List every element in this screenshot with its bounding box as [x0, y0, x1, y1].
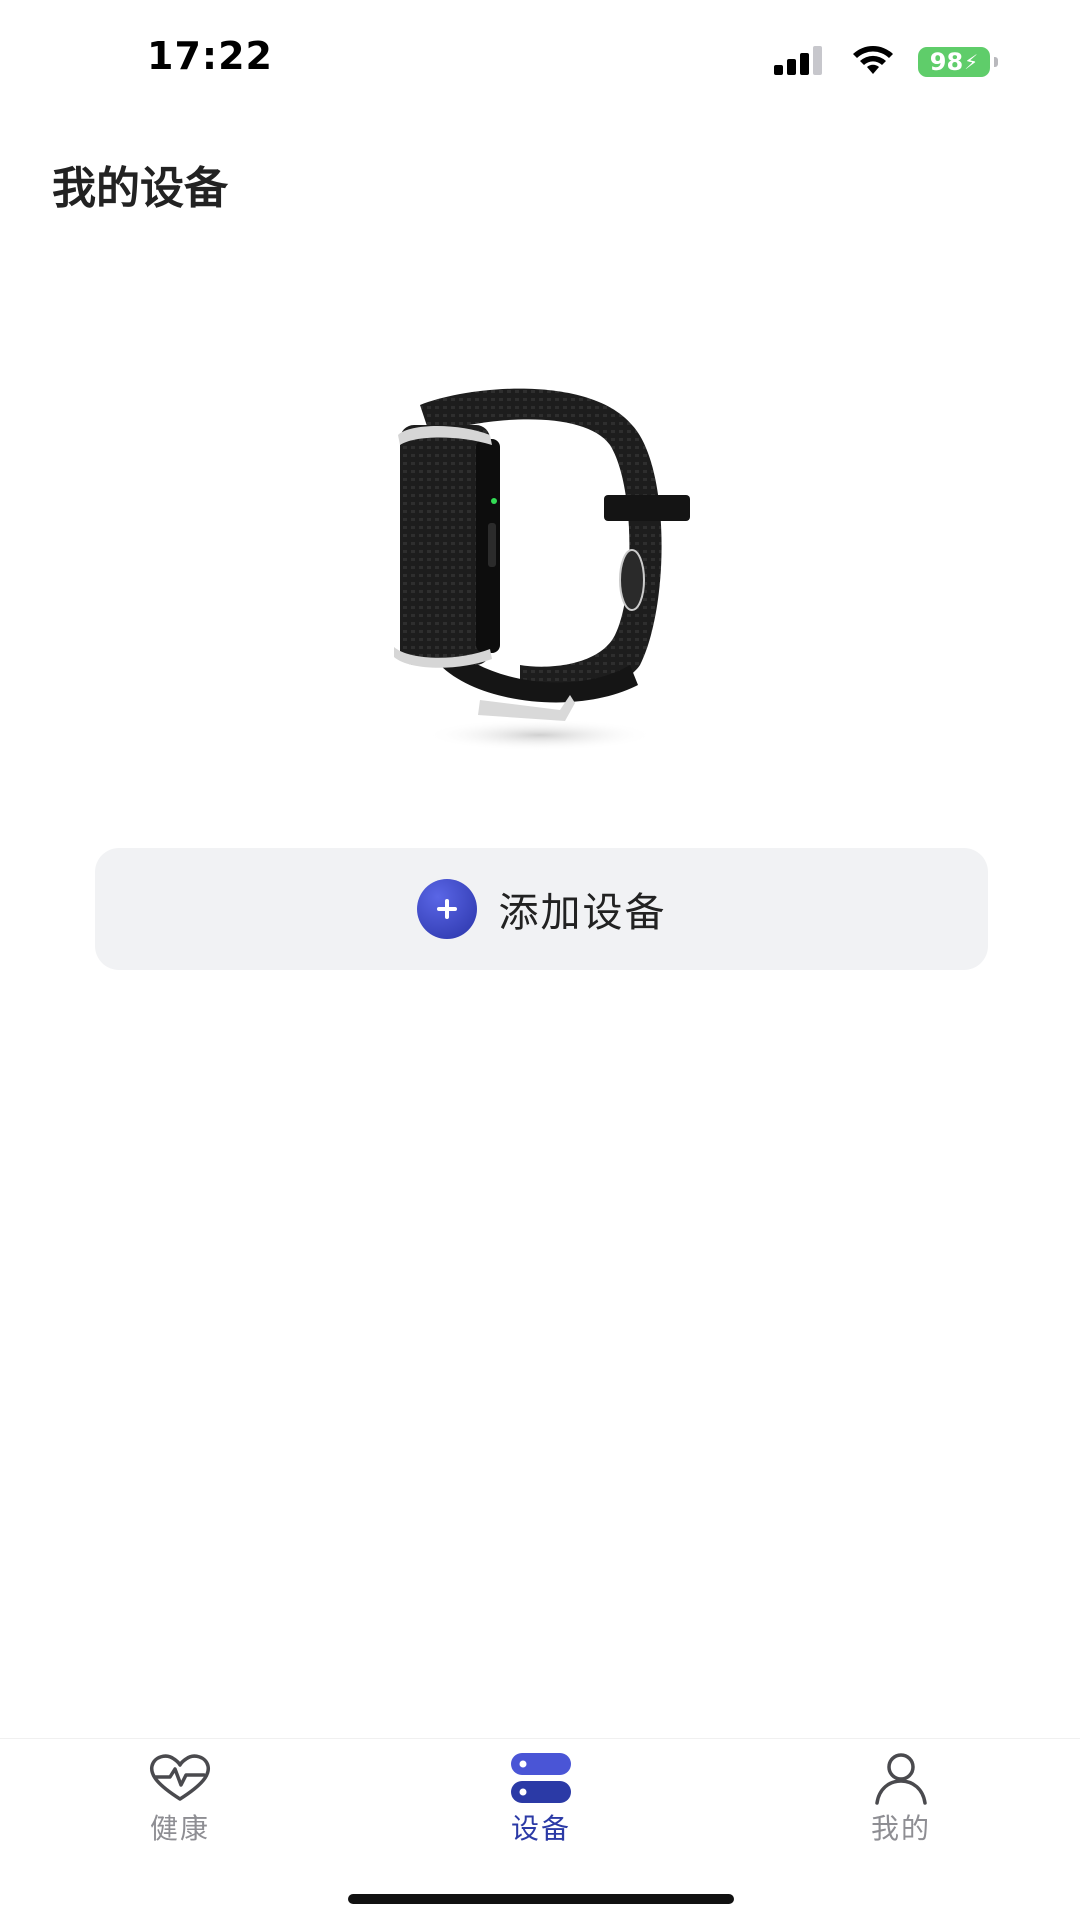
heart-pulse-icon	[148, 1751, 212, 1805]
status-icons: 98 ⚡	[774, 44, 998, 80]
tab-bar: 健康 设备 我的	[0, 1738, 1080, 1920]
status-time: 17:22	[147, 34, 273, 78]
person-icon	[869, 1751, 933, 1805]
bolt-icon: ⚡	[964, 50, 979, 74]
wifi-icon	[850, 44, 896, 80]
tab-mine[interactable]: 我的	[801, 1751, 1001, 1861]
device-page: 17:22 98 ⚡ 我的设备 添加设备 健康 设备 我的	[0, 0, 1080, 1920]
plus-circle-icon	[416, 879, 477, 939]
wristband-device-image	[370, 365, 710, 765]
tab-label: 健康	[149, 1812, 210, 1845]
tab-label: 设备	[510, 1812, 571, 1845]
page-title: 我的设备	[52, 163, 228, 214]
device-stack-icon	[509, 1751, 573, 1805]
add-device-button[interactable]: 添加设备	[95, 848, 988, 970]
add-device-label: 添加设备	[498, 890, 667, 936]
tab-device[interactable]: 设备	[441, 1751, 641, 1861]
home-indicator[interactable]	[348, 1894, 734, 1904]
tab-label: 我的	[870, 1812, 931, 1845]
cellular-signal-icon	[774, 45, 828, 79]
battery-charging-icon: 98 ⚡	[918, 47, 998, 77]
battery-level: 98	[929, 48, 964, 76]
tab-health[interactable]: 健康	[80, 1751, 280, 1861]
status-bar: 17:22 98 ⚡	[0, 0, 1080, 120]
